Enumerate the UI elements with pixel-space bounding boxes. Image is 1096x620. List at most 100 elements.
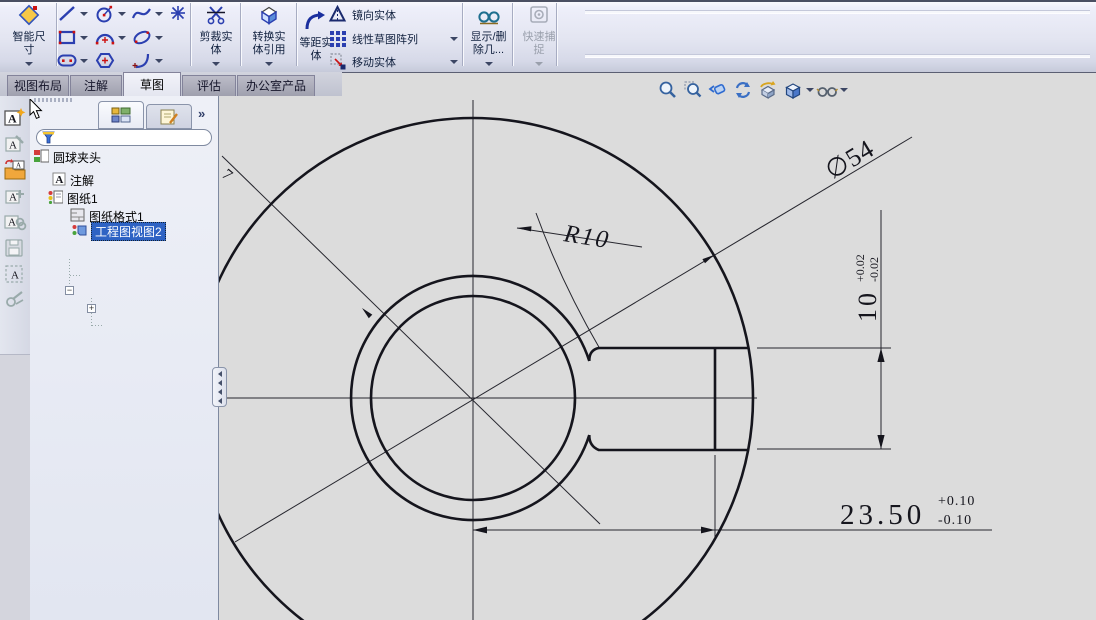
spline-tool-button[interactable] (131, 3, 153, 24)
rectangle-dropdown-icon[interactable] (79, 27, 88, 48)
svg-text:23.50: 23.50 (840, 499, 925, 531)
weld-symbol-icon[interactable] (3, 288, 27, 312)
pattern-dropdown-icon[interactable] (449, 28, 458, 49)
arrowhead-up (877, 348, 885, 362)
convert-entities-button[interactable]: 转换实 体引用 (242, 2, 296, 68)
rectangle-tool-button[interactable] (56, 27, 78, 48)
ghost-note-icon[interactable]: A (3, 262, 27, 286)
tree-root-item[interactable]: 圆球夹头 (34, 149, 101, 166)
convert-dropdown-icon[interactable] (265, 62, 273, 66)
link-annotation-icon[interactable]: A (3, 210, 27, 234)
display-delete-relations-button[interactable]: 显示/删 除几... (465, 2, 512, 68)
arc-tool-button[interactable] (94, 27, 116, 48)
property-manager-tab[interactable] (146, 104, 192, 129)
ellipse-dropdown-icon[interactable] (154, 27, 163, 48)
smart-dimension-dropdown-icon[interactable] (25, 62, 33, 66)
move-dropdown-icon[interactable] (449, 51, 458, 72)
svg-text:A: A (55, 174, 63, 186)
strip-lower-panel (0, 354, 30, 620)
move-entities-button[interactable]: 移动实体 (328, 51, 448, 73)
svg-text:A: A (8, 112, 17, 126)
trim-dropdown-icon[interactable] (212, 62, 220, 66)
save-annotation-icon[interactable] (3, 236, 27, 260)
trim-entities-button[interactable]: 剪裁实 体 (193, 2, 239, 68)
smart-dimension-icon (2, 4, 56, 30)
note-icon[interactable]: A (3, 106, 27, 130)
slot-bottom-edge[interactable] (587, 434, 748, 452)
slot-tool-button[interactable] (56, 50, 78, 71)
graphics-area[interactable]: ∅54 R10 10 +0.02 -0.02 23.50 +0.10 -0.10… (191, 73, 1096, 620)
line-dropdown-icon[interactable] (79, 3, 88, 24)
tree-filter-input[interactable] (36, 129, 212, 146)
toolbar-separator (462, 3, 463, 66)
relations-dropdown-icon[interactable] (484, 62, 493, 66)
width-dimension-text[interactable]: 10 +0.02 -0.02 (853, 254, 882, 322)
ellipse-tool-button[interactable] (131, 27, 153, 48)
arc-dropdown-icon[interactable] (117, 27, 126, 48)
collapse-arrow-icon (217, 370, 222, 377)
diameter-dimension-text[interactable]: ∅54 (820, 134, 879, 185)
expand-expander-icon[interactable]: + (87, 304, 96, 313)
point-tool-button[interactable] (167, 3, 189, 24)
view-orientation-cube-icon[interactable] (780, 79, 805, 101)
tree-drawing-view-item[interactable]: 工程图视图2 (72, 222, 166, 241)
arrowhead-left (473, 526, 487, 534)
annotation-toolbar-strip: A A A A A A (0, 96, 31, 620)
outer-circle[interactable] (191, 116, 755, 620)
tangent-arc-dropdown-icon[interactable] (154, 50, 163, 71)
add-annotation-icon[interactable]: A (3, 184, 27, 208)
tree-sheet-item[interactable]: 图纸1 (48, 190, 98, 207)
trim-entities-icon (193, 4, 239, 30)
panel-splitter-handle[interactable] (212, 367, 227, 407)
toolbar-separator (296, 3, 297, 66)
zoom-area-icon[interactable] (680, 79, 705, 101)
selected-tree-label: 工程图视图2 (91, 222, 166, 241)
slot-top-edge[interactable] (587, 346, 749, 362)
tree-annotations-item[interactable]: A 注解 (52, 172, 94, 189)
display-style-dropdown-icon[interactable] (839, 80, 848, 101)
line-tool-button[interactable] (56, 3, 78, 24)
design-binder-icon[interactable]: A (3, 158, 27, 182)
previous-view-icon[interactable] (705, 79, 730, 101)
collapse-arrow-icon (217, 397, 222, 404)
clipped-dimension-text: 7 (218, 166, 235, 184)
annotations-folder-icon: A (52, 172, 66, 189)
format-painter-icon[interactable]: A (3, 132, 27, 156)
tab-view-layout[interactable]: 视图布局 (7, 75, 69, 96)
panel-expand-chevron[interactable]: » (198, 106, 205, 121)
feature-manager-panel: » 圆球夹头 A 注解 − 图纸1 + 图纸格式1 工程图视图2 (30, 96, 219, 620)
tab-evaluate[interactable]: 评估 (182, 75, 236, 96)
circle-tool-button[interactable] (94, 3, 116, 24)
tangent-arc-tool-button[interactable] (131, 50, 153, 71)
slot-dropdown-icon[interactable] (79, 50, 88, 71)
zoom-fit-icon[interactable] (655, 79, 680, 101)
mirror-entities-button[interactable]: 镜向实体 (328, 4, 460, 26)
radius-dimension-text[interactable]: R10 (561, 220, 612, 254)
property-note-icon (160, 109, 178, 124)
redraw-icon[interactable] (730, 79, 755, 101)
linear-sketch-pattern-button[interactable]: 线性草图阵列 (328, 28, 448, 50)
collapse-expander-icon[interactable]: − (65, 286, 74, 295)
svg-text:-0.02: -0.02 (867, 257, 881, 282)
view-orientation-dropdown-icon[interactable] (805, 80, 814, 101)
tab-office-products[interactable]: 办公室产品 (237, 75, 315, 96)
toolbar-separator (190, 3, 191, 66)
polygon-tool-button[interactable] (94, 50, 116, 71)
display-style-glasses-icon[interactable] (814, 79, 839, 101)
feature-manager-tab[interactable] (98, 101, 144, 129)
collapse-arrow-icon (217, 388, 222, 395)
tab-annotation[interactable]: 注解 (70, 75, 122, 96)
diameter-dimension-line (234, 136, 913, 543)
collapse-arrow-icon (217, 379, 222, 386)
arrowhead-down (877, 435, 885, 449)
circle-dropdown-icon[interactable] (117, 3, 126, 24)
toolbar-separator (556, 3, 557, 66)
rotate-view-icon[interactable] (755, 79, 780, 101)
length-dimension-text[interactable]: 23.50 +0.10 -0.10 (840, 494, 975, 531)
spline-dropdown-icon[interactable] (154, 3, 163, 24)
svg-text:A: A (8, 217, 16, 229)
svg-text:A: A (9, 140, 17, 152)
drawing-view-icon (72, 223, 87, 241)
tab-sketch[interactable]: 草图 (123, 72, 181, 96)
smart-dimension-button[interactable]: 智能尺 寸 (2, 2, 56, 68)
